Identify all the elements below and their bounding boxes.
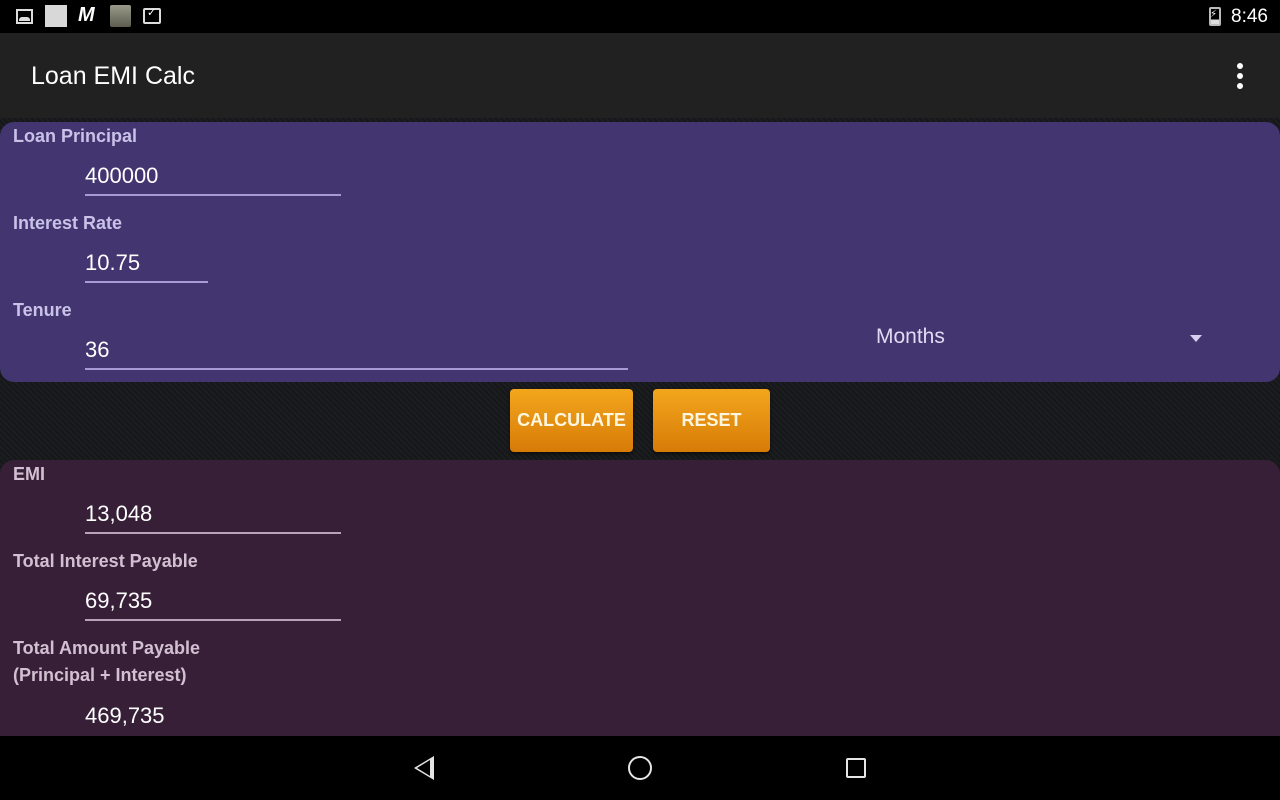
principal-label: Loan Principal	[13, 126, 138, 146]
app-title: Loan EMI Calc	[31, 62, 195, 90]
total-interest-label: Total Interest Payable	[13, 551, 198, 571]
app-bar: Loan EMI Calc	[0, 33, 1280, 118]
interest-rate-input[interactable]: 10.75	[85, 247, 208, 283]
interest-rate-label: Interest Rate	[13, 213, 123, 233]
clock: 8:46	[1231, 6, 1268, 27]
navigation-bar	[0, 736, 1280, 800]
status-bar: M 8:46	[0, 0, 1280, 33]
total-amount-output: 469,735	[85, 698, 341, 734]
blank-notification-icon	[45, 5, 67, 27]
total-amount-label: Total Amount Payable	[13, 638, 201, 658]
recents-icon[interactable]	[846, 758, 866, 778]
m-app-icon: M	[78, 4, 95, 26]
tenure-value: 36	[85, 337, 110, 362]
reset-button[interactable]: RESET	[653, 389, 770, 452]
interest-rate-value: 10.75	[85, 250, 141, 275]
tenure-input[interactable]: 36	[85, 334, 628, 370]
emi-label: EMI	[13, 464, 46, 484]
talking-cat-icon	[110, 5, 131, 27]
task-icon	[143, 6, 161, 24]
results-card: EMI 13,048 Total Interest Payable 69,735…	[0, 460, 1280, 750]
main-content: Loan Principal 400000 Interest Rate 10.7…	[0, 118, 1280, 750]
tenure-unit-dropdown[interactable]: Months	[876, 325, 1216, 355]
calculate-button[interactable]: CALCULATE	[510, 389, 633, 452]
gallery-icon	[16, 9, 33, 24]
home-icon[interactable]	[628, 756, 652, 780]
back-icon[interactable]	[414, 756, 434, 780]
tenure-label: Tenure	[13, 300, 72, 320]
principal-value: 400000	[85, 163, 159, 188]
more-vert-icon[interactable]	[1228, 63, 1252, 91]
emi-output: 13,048	[85, 498, 341, 534]
emi-value: 13,048	[85, 501, 153, 526]
dropdown-arrow-icon	[1190, 335, 1202, 342]
total-interest-output: 69,735	[85, 585, 341, 621]
total-amount-sublabel: (Principal + Interest)	[13, 665, 187, 685]
total-interest-value: 69,735	[85, 588, 153, 613]
total-amount-value: 469,735	[85, 703, 165, 728]
principal-input[interactable]: 400000	[85, 160, 341, 196]
tenure-unit-value: Months	[876, 325, 945, 348]
input-card: Loan Principal 400000 Interest Rate 10.7…	[0, 122, 1280, 382]
battery-charging-icon	[1209, 7, 1221, 26]
